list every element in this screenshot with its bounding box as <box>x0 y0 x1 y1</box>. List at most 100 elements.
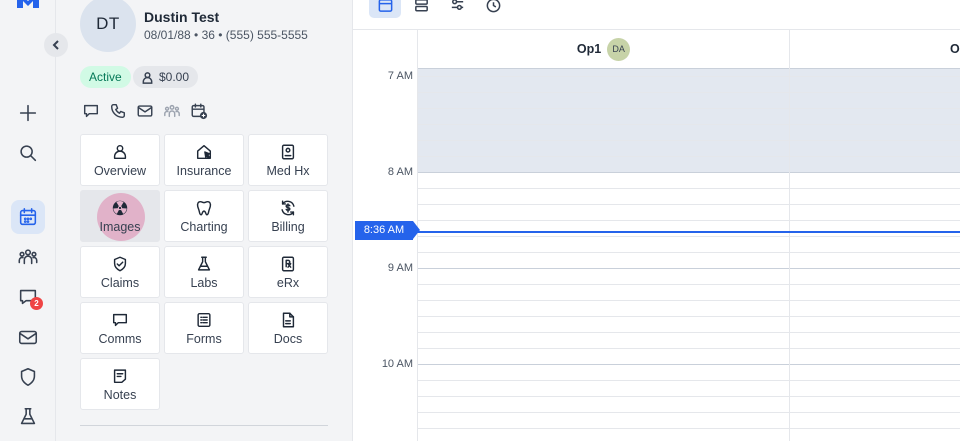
tile-notes[interactable]: Notes <box>80 358 160 410</box>
family-button[interactable] <box>161 101 183 121</box>
messages-badge: 2 <box>30 297 43 310</box>
tile-label: Overview <box>93 163 147 178</box>
column-divider <box>417 68 418 441</box>
tile-label: Labs <box>190 275 218 290</box>
column-header-op1[interactable]: Op1 DA <box>417 30 789 68</box>
tile-comms[interactable]: Comms <box>80 302 160 354</box>
chat-contact-button[interactable] <box>80 101 102 121</box>
messages-button[interactable]: 2 <box>11 280 45 314</box>
calendar-icon <box>19 207 37 226</box>
add-button[interactable] <box>11 96 45 130</box>
schedule-view: Op1 DA Op 7 AM 8 AM 9 AM 10 AM <box>352 0 960 441</box>
note-icon <box>113 368 127 383</box>
time-label: 8 AM <box>387 166 413 178</box>
tile-claims[interactable]: Claims <box>80 246 160 298</box>
tile-overview[interactable]: Overview <box>80 134 160 186</box>
slot-line <box>417 284 960 285</box>
balance-badge[interactable]: $0.00 <box>133 66 199 88</box>
balance-amount: $0.00 <box>159 70 190 84</box>
tile-charting[interactable]: Charting <box>164 190 244 242</box>
person-icon <box>142 71 153 84</box>
tile-label: Docs <box>273 331 303 346</box>
sliders-icon <box>451 0 463 10</box>
column-header-op2[interactable]: Op <box>789 30 960 68</box>
flask-icon <box>197 256 211 271</box>
mail-icon <box>18 330 38 345</box>
slot-line <box>417 188 960 189</box>
phone-icon <box>110 103 126 119</box>
dollar-cycle-icon <box>281 200 295 215</box>
slot-line <box>417 204 960 205</box>
add-appointment-button[interactable] <box>188 101 210 121</box>
hour-line <box>417 68 960 69</box>
slot-line <box>417 92 960 93</box>
schedule-toolbar <box>353 0 960 30</box>
call-button[interactable] <box>107 101 129 121</box>
tile-erx[interactable]: eRx <box>248 246 328 298</box>
tile-billing[interactable]: Billing <box>248 190 328 242</box>
tile-label: Claims <box>100 275 140 290</box>
slot-line <box>417 124 960 125</box>
patient-name[interactable]: Dustin Test <box>144 9 219 25</box>
mail-button[interactable] <box>11 320 45 354</box>
schedule-grid[interactable] <box>417 68 960 441</box>
slot-line <box>417 316 960 317</box>
patient-avatar[interactable]: DT <box>80 0 136 52</box>
tile-forms[interactable]: Forms <box>164 302 244 354</box>
calendar-icon <box>378 0 392 12</box>
plus-icon <box>19 104 37 122</box>
chat-icon <box>83 104 99 118</box>
rows-icon <box>414 0 428 11</box>
tile-label: Charting <box>180 219 228 234</box>
tile-insurance[interactable]: Insurance <box>164 134 244 186</box>
history-button[interactable] <box>477 0 509 18</box>
provider-avatar[interactable]: DA <box>607 37 631 61</box>
prescription-icon <box>281 256 295 271</box>
tile-labs[interactable]: Labs <box>164 246 244 298</box>
slot-line <box>417 412 960 413</box>
document-icon <box>282 312 295 327</box>
tile-label: Images <box>99 219 141 234</box>
tooth-icon <box>196 200 212 215</box>
slot-line <box>417 156 960 157</box>
list-view-button[interactable] <box>405 0 437 18</box>
security-button[interactable] <box>11 360 45 394</box>
search-button[interactable] <box>11 136 45 170</box>
slot-line <box>417 380 960 381</box>
schedule-button[interactable] <box>11 200 45 234</box>
slot-line <box>417 220 960 221</box>
tile-images[interactable]: Images <box>80 190 160 242</box>
calendar-plus-icon <box>191 103 208 120</box>
hour-line <box>417 364 960 365</box>
current-time-label: 8:36 AM <box>355 221 420 240</box>
day-view-button[interactable] <box>369 0 401 18</box>
operatory-name: Op <box>950 42 960 56</box>
chevron-left-icon <box>52 40 59 50</box>
operatory-name: Op1 <box>576 42 602 56</box>
contact-actions <box>80 101 210 121</box>
mail-icon <box>137 105 153 117</box>
status-badge: Active <box>80 66 131 88</box>
tile-med-hx[interactable]: Med Hx <box>248 134 328 186</box>
collapse-panel-button[interactable] <box>44 33 68 57</box>
slot-line <box>417 428 960 429</box>
time-label: 7 AM <box>387 70 413 82</box>
labs-nav-button[interactable] <box>11 400 45 434</box>
radiation-icon <box>112 200 128 215</box>
patient-meta: 08/01/88 • 36 • (555) 555-5555 <box>144 28 308 42</box>
tile-label: Billing <box>271 219 305 234</box>
tile-label: Notes <box>103 387 137 402</box>
patient-panel: DT Dustin Test 08/01/88 • 36 • (555) 555… <box>44 0 352 441</box>
patients-button[interactable] <box>11 240 45 274</box>
slot-line <box>417 76 960 77</box>
current-time-line <box>417 231 960 233</box>
person-icon <box>113 144 127 159</box>
panel-divider <box>80 425 328 426</box>
app-logo[interactable] <box>14 0 42 18</box>
form-icon <box>197 312 211 327</box>
tile-label: Med Hx <box>266 163 310 178</box>
email-button[interactable] <box>134 101 156 121</box>
medical-id-icon <box>281 144 295 159</box>
filter-view-button[interactable] <box>441 0 473 18</box>
tile-docs[interactable]: Docs <box>248 302 328 354</box>
